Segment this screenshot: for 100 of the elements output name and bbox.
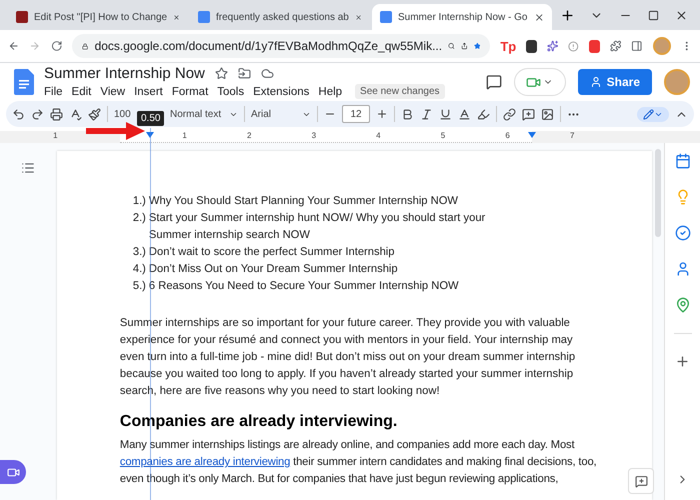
side-panel-icon[interactable] [631,39,643,53]
pointer-arrow [86,121,146,141]
close-icon[interactable] [534,12,544,22]
paragraph: Summer internships are so important for your future career. They provide you with valuable experience for your résumé and connect you with mentors in your field. Your internship may even turn into a full-time job - mine did! But don’t miss out on your dream summer internship because you waited too long to apply. If you haven’t already started your summer internship search, here are five reasons why you need to start looking now! [120,316,576,399]
extension-logo[interactable]: Tp [500,38,516,54]
back-icon[interactable] [8,39,20,53]
changes-chip[interactable]: See new changes [355,84,445,99]
font-dropdown[interactable]: Arial [251,108,311,120]
sparkle-icon[interactable] [546,39,558,53]
menu-item[interactable]: View [100,86,126,98]
undo-icon[interactable] [12,108,25,120]
maximize-icon[interactable] [648,10,659,20]
browser-tab[interactable]: Summer Internship Now - Go [372,4,552,30]
spellcheck-icon[interactable] [69,108,82,120]
highlighter-icon[interactable] [477,108,490,120]
ruler-number: 7 [570,131,574,140]
section-heading: Companies are already interviewing. [120,412,398,432]
list-number: 2.) [132,211,146,226]
image-icon[interactable] [541,108,554,120]
menu-item[interactable]: Insert [134,86,163,98]
search-engine-icon [198,11,210,23]
list-item: 6 Reasons You Need to Secure Your Summer Internship NOW [148,279,460,294]
browser-tab[interactable]: frequently asked questions ab [190,4,370,30]
list-item: Why You Should Start Planning Your Summer Internship NOW [148,194,459,209]
meet-button[interactable] [0,460,26,484]
menu-item[interactable]: Extensions [253,86,310,98]
underline-icon[interactable] [439,108,452,120]
link[interactable]: companies are already interviewing [120,456,290,468]
tab-title: Summer Internship Now - Go [398,12,528,22]
scrollbar[interactable] [655,149,662,237]
lock-icon [82,40,89,52]
indent-marker[interactable] [528,132,536,138]
star-icon[interactable] [214,67,228,80]
menu-item[interactable]: Tools [217,86,244,98]
ruler-number: 5 [440,131,446,140]
italic-icon[interactable] [420,108,433,120]
explore-button[interactable] [628,468,654,494]
add-comment-icon[interactable] [522,108,535,120]
list-item: Start your Summer internship hunt NOW/ Why you should start your Summer internship search NOW [148,211,486,243]
list-item: Don’t Miss Out on Your Dream Summer Internship [148,262,399,277]
zoom-dropdown[interactable]: 100 [114,108,134,120]
extension-icon[interactable] [526,40,537,52]
document-icon [380,11,392,23]
move-icon[interactable] [238,67,251,80]
person-icon [590,76,602,88]
redo-icon[interactable] [31,108,44,120]
print-icon[interactable] [50,108,63,120]
comments-icon[interactable] [486,74,502,90]
menu-item[interactable]: Help [318,86,342,98]
indent-marker[interactable] [146,132,154,138]
reload-icon[interactable] [50,39,62,53]
tab-title: frequently asked questions ab [216,12,349,22]
site-icon [16,11,28,23]
contacts-icon[interactable] [674,261,691,277]
menu-item[interactable]: Format [172,86,208,98]
tasks-icon[interactable] [674,225,691,241]
menu-item[interactable]: File [44,86,63,98]
docs-logo[interactable] [14,69,34,95]
share-icon[interactable] [460,40,468,52]
document-title[interactable]: Summer Internship Now [44,65,205,82]
alert-icon[interactable] [568,40,579,52]
pencil-icon [643,108,654,120]
search-icon[interactable] [448,40,455,52]
star-icon[interactable] [474,40,480,52]
menu-item[interactable]: Edit [72,86,92,98]
list-number: 3.) [132,245,146,260]
extensions-icon[interactable] [610,39,622,53]
ruler-number: 1 [182,131,187,140]
ruler-number: 3 [312,131,316,140]
paint-format-icon[interactable] [88,108,101,120]
outline-icon[interactable] [21,161,36,175]
close-icon[interactable] [675,8,688,22]
calendar-icon[interactable] [674,153,691,169]
bold-icon[interactable] [401,108,414,120]
browser-tab[interactable]: Edit Post "[PI] How to Change [8,4,188,30]
cloud-icon[interactable] [260,67,274,80]
ruler-number: 6 [505,131,510,140]
list-number: 4.) [132,262,146,277]
increase-size-icon[interactable] [376,108,388,120]
ruler-number: 4 [376,131,381,140]
paragraph: Many summer internships listings are already online, and companies add more each day. Most companies are already interviewing their summer intern candidates and making final decisions, too, even though it’s only March. But for companies that have just begun reviewing applications, [120,438,598,487]
style-dropdown[interactable]: Normal text [170,108,238,120]
meet-button[interactable] [514,68,566,96]
share-button[interactable]: Share [578,69,652,95]
tab-title: Edit Post "[PI] How to Change [34,12,168,22]
editing-mode-button[interactable] [637,106,669,122]
add-icon[interactable] [675,354,690,369]
ruler-tooltip: 0.50 [137,111,164,126]
list-item: Don’t wait to score the perfect Summer Internship [148,245,396,260]
map-pin-icon[interactable] [674,297,691,313]
text-color-icon[interactable] [458,108,471,120]
list-number: 1.) [132,194,146,209]
font-size-field[interactable]: 12 [342,105,370,123]
add-comment-icon [634,474,648,488]
link-icon[interactable] [503,108,516,120]
url-text: docs.google.com/document/d/1y7fEVBaModhmQqZe_qw55Mik... [94,39,442,53]
new-tab-icon[interactable] [560,8,575,22]
ruler-number: 1 [53,131,58,140]
list-number: 5.) [132,279,146,294]
address-bar[interactable]: docs.google.com/document/d/1y7fEVBaModhmQqZe_qw55Mik... [72,34,490,58]
